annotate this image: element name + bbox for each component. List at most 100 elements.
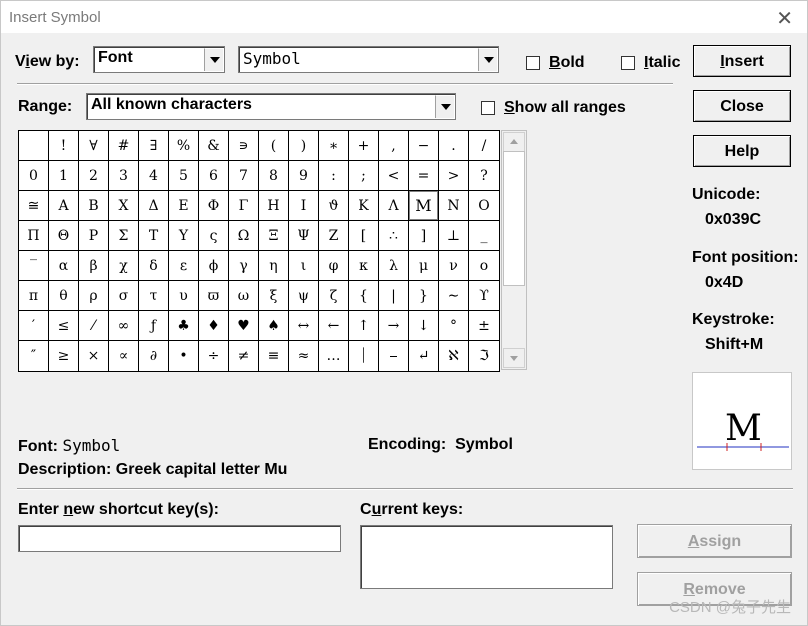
symbol-cell[interactable]: ( [259,131,289,161]
symbol-cell[interactable]: Ω [229,221,259,251]
symbol-cell[interactable]: > [439,161,469,191]
symbol-cell[interactable]: ↔ [289,311,319,341]
chevron-down-icon[interactable] [478,48,497,71]
symbol-cell[interactable]: / [469,131,499,161]
symbol-cell[interactable]: ≈ [289,341,319,371]
symbol-cell[interactable]: Τ [139,221,169,251]
chevron-down-icon[interactable] [435,95,454,118]
symbol-cell[interactable]: } [409,281,439,311]
symbol-cell[interactable]: → [379,311,409,341]
symbol-cell[interactable]: Ο [469,191,499,221]
symbol-cell[interactable]: ƒ [139,311,169,341]
symbol-cell[interactable]: 9 [289,161,319,191]
symbol-cell[interactable]: Ρ [79,221,109,251]
symbol-cell[interactable]: ‾ [19,251,49,281]
symbol-cell[interactable]: ↵ [409,341,439,371]
symbol-cell[interactable]: υ [169,281,199,311]
symbol-cell[interactable]: ϖ [199,281,229,311]
symbol-cell[interactable]: ↓ [409,311,439,341]
symbol-cell[interactable]: μ [409,251,439,281]
symbol-cell[interactable]: β [79,251,109,281]
symbol-cell[interactable]: − [409,131,439,161]
symbol-cell[interactable]: α [49,251,79,281]
symbol-cell[interactable]: ∞ [109,311,139,341]
symbol-cell[interactable]: ι [289,251,319,281]
scroll-up-icon[interactable] [503,132,525,152]
symbol-cell[interactable]: λ [379,251,409,281]
symbol-grid[interactable]: ! ∀ # ∃% & ∍() ∗ +, −./ 0 1 2 3 4 5 6 7 8 9:; < = >? ≅ Α Β Χ Δ Ε Φ Γ Η… [18,130,500,372]
symbol-cell[interactable]: ≡ [259,341,289,371]
symbol-cell[interactable]: Η [259,191,289,221]
symbol-cell[interactable]: ≤ [49,311,79,341]
symbol-cell[interactable]: ⁄ [79,311,109,341]
symbol-cell[interactable]: | [379,281,409,311]
symbol-cell[interactable]: • [169,341,199,371]
symbol-cell[interactable]: ϒ [469,281,499,311]
symbol-cell[interactable]: γ [229,251,259,281]
symbol-cell[interactable]: { [349,281,379,311]
range-select[interactable]: All known characters [86,93,456,120]
symbol-cell[interactable]: φ [319,251,349,281]
symbol-cell[interactable]: ϑ [319,191,349,221]
symbol-cell[interactable]: ± [469,311,499,341]
symbol-cell[interactable]: ] [409,221,439,251]
symbol-cell[interactable]: Γ [229,191,259,221]
bold-checkbox[interactable] [526,56,540,70]
symbol-cell[interactable]: θ [49,281,79,311]
assign-button[interactable]: Assign [637,524,792,558]
symbol-cell[interactable]: ∂ [139,341,169,371]
symbol-cell[interactable]: ∃ [139,131,169,161]
symbol-cell[interactable]: Φ [199,191,229,221]
symbol-cell[interactable]: ) [289,131,319,161]
symbol-cell[interactable]: ω [229,281,259,311]
symbol-cell[interactable]: ϕ [199,251,229,281]
symbol-cell[interactable]: _ [469,221,499,251]
symbol-cell[interactable]: . [439,131,469,161]
symbol-cell[interactable]: % [169,131,199,161]
symbol-cell[interactable]: ? [469,161,499,191]
symbol-cell[interactable]: 3 [109,161,139,191]
symbol-cell[interactable]: × [79,341,109,371]
symbol-cell[interactable]: ♦ [199,311,229,341]
scroll-down-icon[interactable] [503,348,525,368]
symbol-cell[interactable]: π [19,281,49,311]
symbol-cell[interactable]: ℑ [469,341,499,371]
symbol-cell[interactable]: Α [49,191,79,221]
symbol-cell[interactable]: 7 [229,161,259,191]
symbol-cell[interactable]: ≠ [229,341,259,371]
symbol-cell[interactable]: ⏐ [349,341,379,371]
symbol-cell[interactable]: ζ [319,281,349,311]
symbol-cell[interactable]: ← [319,311,349,341]
symbol-cell[interactable]: Ε [169,191,199,221]
symbol-cell[interactable]: 5 [169,161,199,191]
symbol-cell[interactable]: τ [139,281,169,311]
symbol-cell[interactable]: < [379,161,409,191]
symbol-cell[interactable]: σ [109,281,139,311]
symbol-cell[interactable]: ρ [79,281,109,311]
symbol-cell[interactable]: Χ [109,191,139,221]
help-button[interactable]: Help [693,135,791,167]
symbol-cell[interactable]: ℵ [439,341,469,371]
close-window-icon[interactable]: ✕ [776,6,793,31]
symbol-cell[interactable]: ξ [259,281,289,311]
symbol-cell[interactable]: & [199,131,229,161]
symbol-cell[interactable]: Ζ [319,221,349,251]
symbol-cell[interactable]: Υ [169,221,199,251]
symbol-cell[interactable]: , [379,131,409,161]
symbol-cell[interactable]: ⎯ [379,341,409,371]
symbol-cell[interactable]: 6 [199,161,229,191]
symbol-cell[interactable]: ♥ [229,311,259,341]
symbol-cell[interactable]: 8 [259,161,289,191]
symbol-cell[interactable]: ! [49,131,79,161]
symbol-cell[interactable]: Π [19,221,49,251]
symbol-cell[interactable]: Λ [379,191,409,221]
symbol-cell[interactable]: Β [79,191,109,221]
symbol-cell[interactable]: ∍ [229,131,259,161]
symbol-cell[interactable]: Ψ [289,221,319,251]
symbol-cell[interactable]: Κ [349,191,379,221]
shortcut-input[interactable] [18,525,341,552]
symbol-cell[interactable]: ≅ [19,191,49,221]
current-keys-list[interactable] [360,525,613,589]
symbol-cell[interactable]: ′ [19,311,49,341]
symbol-cell[interactable]: 1 [49,161,79,191]
